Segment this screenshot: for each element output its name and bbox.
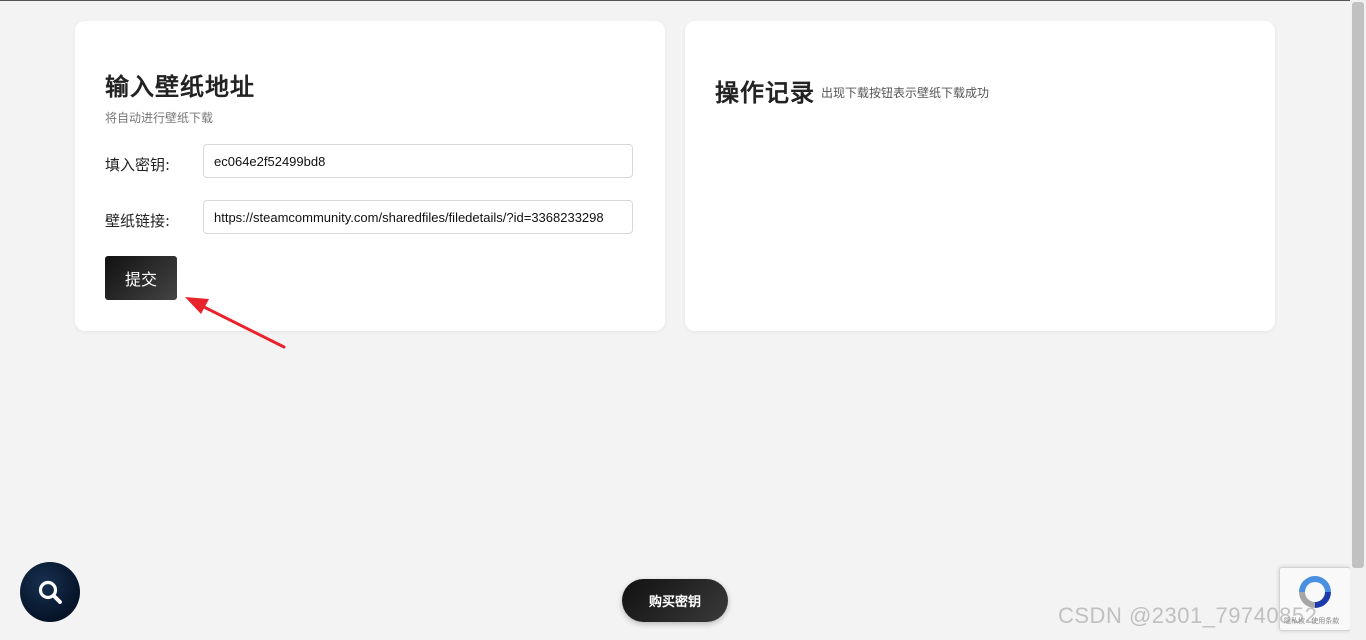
operation-log-card: 操作记录 出现下载按钮表示壁纸下载成功 — [685, 21, 1275, 331]
card-title: 输入壁纸地址 — [105, 73, 255, 101]
scrollbar-thumb[interactable] — [1352, 2, 1364, 568]
buy-key-button[interactable]: 购买密钥 — [622, 579, 728, 622]
search-icon — [38, 580, 62, 604]
top-border — [0, 0, 1366, 1]
log-title: 操作记录 — [715, 79, 815, 107]
scrollbar[interactable] — [1350, 0, 1366, 640]
submit-button[interactable]: 提交 — [105, 256, 177, 300]
wallpaper-link-input[interactable] — [203, 200, 633, 234]
link-label: 壁纸链接: — [105, 212, 171, 230]
card-subtitle: 将自动进行壁纸下载 — [105, 111, 214, 125]
key-label: 填入密钥: — [105, 156, 171, 174]
search-fab-button[interactable] — [20, 562, 80, 622]
watermark: CSDN @2301_79740852 — [1058, 603, 1318, 628]
key-input[interactable] — [203, 144, 633, 178]
wallpaper-input-card: 输入壁纸地址 将自动进行壁纸下载 填入密钥: 壁纸链接: 提交 — [75, 21, 665, 331]
log-subtitle: 出现下载按钮表示壁纸下载成功 — [821, 86, 990, 100]
